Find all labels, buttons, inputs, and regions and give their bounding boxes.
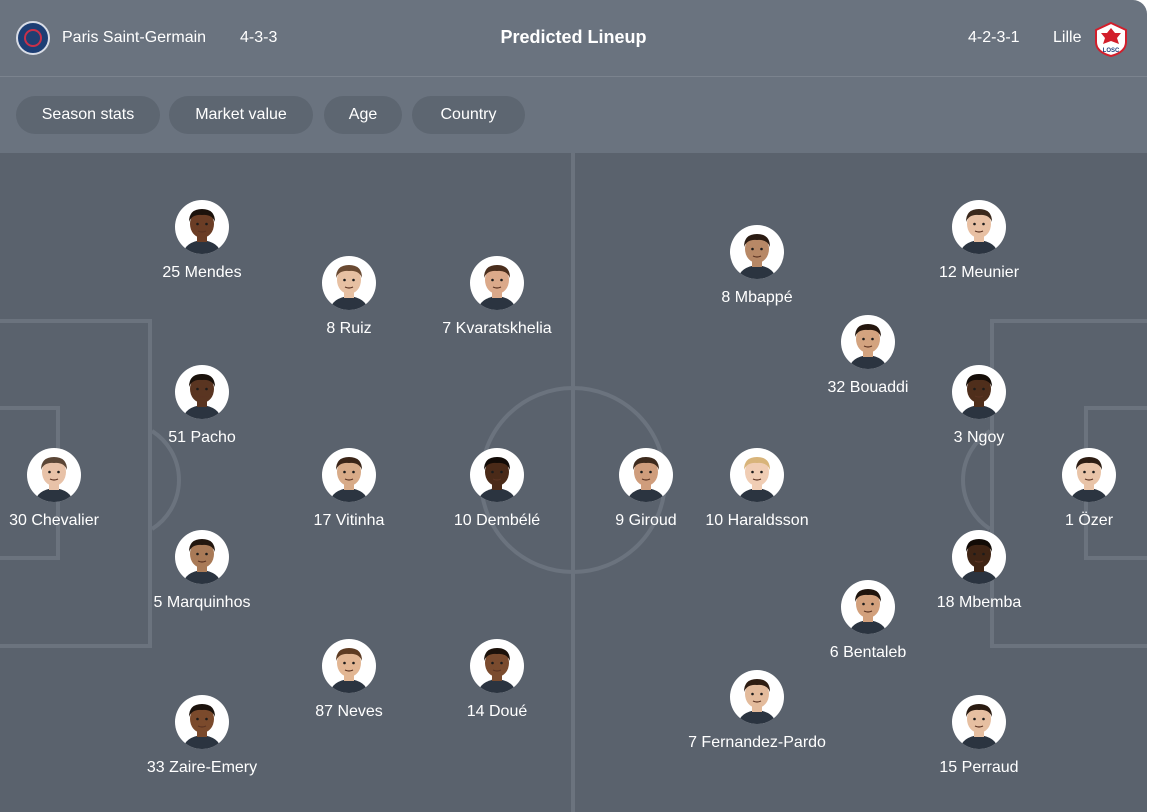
filter-market-value[interactable]: Market value	[169, 96, 313, 134]
player-photo-icon	[960, 539, 998, 584]
player-photo-icon	[960, 209, 998, 254]
player-photo-icon	[330, 648, 368, 693]
player-photo-icon	[738, 457, 776, 502]
player-photo-icon	[738, 679, 776, 724]
player-label: 10 Haraldsson	[705, 512, 809, 529]
player-label: 30 Chevalier	[9, 512, 99, 529]
player-photo-icon	[35, 457, 73, 502]
player-photo-icon	[330, 457, 368, 502]
player-label: 15 Perraud	[939, 759, 1019, 776]
stats-filter-bar: Season stats Market value Age Country	[0, 77, 1147, 153]
player-doue[interactable]: 14 Doué	[397, 639, 597, 721]
player-avatar	[952, 530, 1006, 584]
player-photo-icon	[183, 209, 221, 254]
player-photo-icon	[738, 234, 776, 279]
player-avatar	[27, 448, 81, 502]
player-avatar	[175, 695, 229, 749]
filter-country[interactable]: Country	[412, 96, 525, 134]
player-photo-icon	[960, 704, 998, 749]
player-avatar	[952, 695, 1006, 749]
player-photo-icon	[183, 374, 221, 419]
player-kvaratskhelia[interactable]: 7 Kvaratskhelia	[397, 256, 597, 338]
player-photo-icon	[1070, 457, 1108, 502]
lineup-header: Paris Saint-Germain 4-3-3 Predicted Line…	[0, 0, 1147, 77]
player-perraud[interactable]: 15 Perraud	[879, 695, 1079, 777]
player-label: 7 Kvaratskhelia	[442, 320, 552, 337]
player-avatar	[322, 639, 376, 693]
player-label: 7 Fernandez-Pardo	[688, 734, 826, 751]
player-avatar	[730, 225, 784, 279]
player-avatar	[175, 530, 229, 584]
player-ngoy[interactable]: 3 Ngoy	[879, 365, 1079, 447]
player-ozer[interactable]: 1 Özer	[989, 448, 1147, 530]
player-meunier[interactable]: 12 Meunier	[879, 200, 1079, 282]
player-avatar	[322, 448, 376, 502]
player-photo-icon	[960, 374, 998, 419]
player-photo-icon	[478, 648, 516, 693]
player-pacho[interactable]: 51 Pacho	[102, 365, 302, 447]
lineup-panel: Paris Saint-Germain 4-3-3 Predicted Line…	[0, 0, 1147, 812]
away-team-name[interactable]: Lille	[1053, 29, 1081, 47]
player-avatar	[470, 448, 524, 502]
player-photo-icon	[330, 265, 368, 310]
pitch: 30 Chevalier 25 Mendes 51 Pacho 5 Marquinhos…	[0, 153, 1147, 812]
player-mbappe[interactable]: 8 Mbappé	[657, 225, 857, 307]
player-photo-icon	[478, 265, 516, 310]
player-label: 6 Bentaleb	[829, 644, 907, 661]
player-label: 18 Mbemba	[936, 594, 1022, 611]
player-photo-icon	[849, 324, 887, 369]
away-formation: 4-2-3-1	[968, 29, 1020, 46]
player-avatar	[470, 639, 524, 693]
player-avatar	[730, 448, 784, 502]
player-label: 5 Marquinhos	[153, 594, 251, 611]
player-avatar	[322, 256, 376, 310]
player-mbemba[interactable]: 18 Mbemba	[879, 530, 1079, 612]
player-marquinhos[interactable]: 5 Marquinhos	[102, 530, 302, 612]
player-label: 33 Zaire-Emery	[146, 759, 258, 776]
player-photo-icon	[478, 457, 516, 502]
player-haraldsson[interactable]: 10 Haraldsson	[657, 448, 857, 530]
lille-crest-text: LOSC	[1103, 48, 1120, 54]
player-photo-icon	[183, 704, 221, 749]
player-label: 14 Doué	[466, 703, 528, 720]
player-avatar	[952, 365, 1006, 419]
player-avatar	[841, 315, 895, 369]
player-label: 1 Özer	[1064, 512, 1114, 529]
player-label: 51 Pacho	[168, 429, 236, 446]
lille-crest-icon: LOSC	[1093, 21, 1129, 58]
player-avatar	[1062, 448, 1116, 502]
player-avatar	[730, 670, 784, 724]
player-chevalier[interactable]: 30 Chevalier	[0, 448, 154, 530]
player-label: 12 Meunier	[938, 264, 1020, 281]
player-avatar	[175, 200, 229, 254]
player-photo-icon	[183, 539, 221, 584]
player-label: 3 Ngoy	[953, 429, 1005, 446]
filter-season-stats[interactable]: Season stats	[16, 96, 160, 134]
player-avatar	[470, 256, 524, 310]
player-avatar	[952, 200, 1006, 254]
player-label: 8 Mbappé	[721, 289, 793, 306]
player-fernandez-pardo[interactable]: 7 Fernandez-Pardo	[657, 670, 857, 752]
player-avatar	[175, 365, 229, 419]
filter-age[interactable]: Age	[324, 96, 402, 134]
